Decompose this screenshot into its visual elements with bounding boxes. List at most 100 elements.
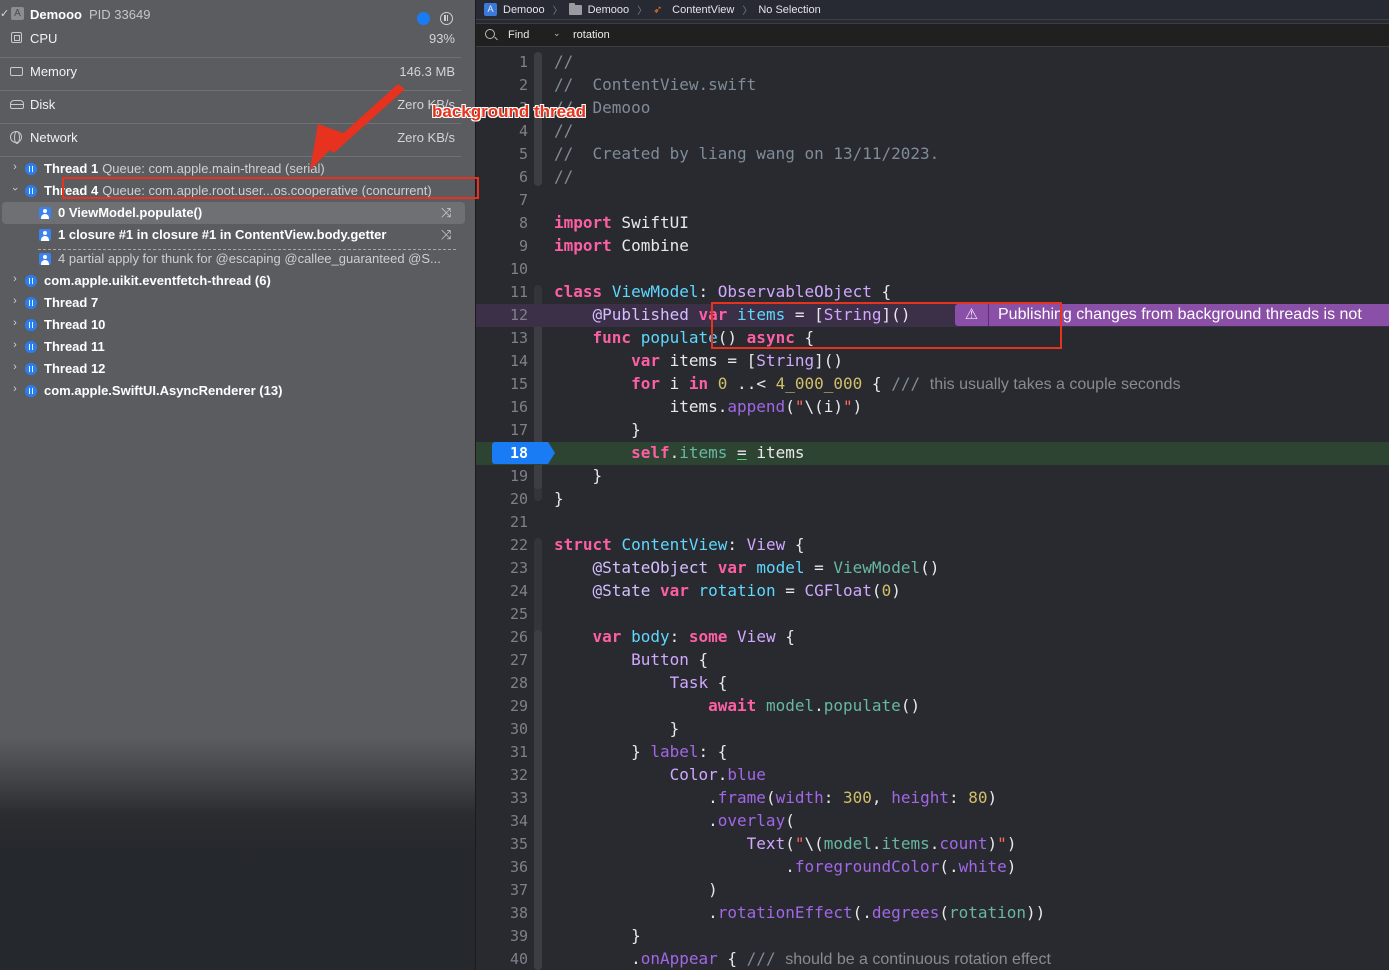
line-number: 22 xyxy=(509,536,528,554)
line-number: 12 xyxy=(509,306,528,324)
chevron-down-icon[interactable]: ⌄ xyxy=(553,28,561,39)
code-line[interactable]: 35 Text("\(model.items.count)") xyxy=(476,833,1389,856)
code-line[interactable]: 21 xyxy=(476,511,1389,534)
search-icon xyxy=(485,29,495,39)
code-line[interactable]: 15 for i in 0 ..< 4_000_000 { /// this u… xyxy=(476,373,1389,396)
thread-row[interactable]: › Thread 12 xyxy=(0,358,475,380)
breadcrumb-project[interactable]: A Demooo xyxy=(484,3,545,16)
code-line[interactable]: 10 xyxy=(476,258,1389,281)
line-number: 16 xyxy=(509,398,528,416)
code-line[interactable]: 36 .foregroundColor(.white) xyxy=(476,856,1389,879)
code-line[interactable]: 2 // ContentView.swift xyxy=(476,74,1389,97)
thread-row[interactable]: › Thread 10 xyxy=(0,314,475,336)
code-line[interactable]: 19 } xyxy=(476,465,1389,488)
code-line[interactable]: 17 } xyxy=(476,419,1389,442)
code-line[interactable]: 32 Color.blue xyxy=(476,764,1389,787)
code-line[interactable]: 27 Button { xyxy=(476,649,1389,672)
code-line[interactable]: 6 // xyxy=(476,166,1389,189)
gauge-network[interactable]: Network Zero KB/s xyxy=(0,127,475,149)
annotation-label: background thread xyxy=(432,102,586,121)
gauge-memory[interactable]: Memory 146.3 MB xyxy=(0,61,475,83)
status-indicator-icon xyxy=(417,12,430,25)
code-text: ) xyxy=(554,880,718,899)
chevron-right-icon[interactable]: › xyxy=(10,361,20,373)
code-line[interactable]: 23 @StateObject var model = ViewModel() xyxy=(476,557,1389,580)
breadcrumb-label: Demooo xyxy=(503,3,545,16)
chevron-right-icon[interactable]: › xyxy=(10,295,20,307)
gauge-disk[interactable]: Disk Zero KB/s xyxy=(0,94,475,116)
code-line[interactable]: 8 import SwiftUI xyxy=(476,212,1389,235)
code-text: .overlay( xyxy=(554,811,795,830)
divider xyxy=(0,156,461,157)
chevron-right-icon: 〉 xyxy=(552,6,563,17)
code-line[interactable]: 33 .frame(width: 300, height: 80) xyxy=(476,787,1389,810)
code-text: } xyxy=(554,489,564,508)
disk-icon xyxy=(10,100,24,109)
process-row[interactable]: ✓ A Demooo PID 33649 xyxy=(0,4,475,26)
chevron-right-icon[interactable]: › xyxy=(10,383,20,395)
code-line[interactable]: 3// Demooo xyxy=(476,97,1389,120)
chevron-right-icon[interactable]: › xyxy=(10,161,20,173)
chevron-right-icon[interactable]: › xyxy=(10,339,20,351)
chevron-right-icon[interactable]: › xyxy=(10,317,20,329)
divider xyxy=(0,123,461,124)
find-input[interactable] xyxy=(573,27,1353,43)
code-text: struct ContentView: View { xyxy=(554,535,805,554)
code-line[interactable]: 20} xyxy=(476,488,1389,511)
code-text: Color.blue xyxy=(669,765,766,784)
line-number: 21 xyxy=(509,513,528,531)
code-line[interactable]: 11 class ViewModel: ObservableObject { xyxy=(476,281,1389,304)
code-line[interactable]: 30 } xyxy=(476,718,1389,741)
code-line[interactable]: 5 // Created by liang wang on 13/11/2023. xyxy=(476,143,1389,166)
breadcrumb-group[interactable]: Demooo xyxy=(568,2,629,16)
find-mode-menu[interactable]: Find xyxy=(508,29,529,41)
code-line[interactable]: 40 .onAppear { /// should be a continuou… xyxy=(476,948,1389,970)
stack-frame[interactable]: 1 closure #1 in closure #1 in ContentVie… xyxy=(0,224,465,246)
pause-icon[interactable] xyxy=(440,12,453,25)
chevron-down-icon[interactable]: › xyxy=(9,184,21,194)
chevron-right-icon[interactable]: › xyxy=(10,273,20,285)
expanded-chevron-icon[interactable]: ✓ xyxy=(0,7,9,20)
line-number: 26 xyxy=(509,628,528,646)
code-line[interactable]: 1 // xyxy=(476,51,1389,74)
code-text: .rotationEffect(.degrees(rotation)) xyxy=(554,903,1046,922)
gauge-cpu[interactable]: CPU 93% xyxy=(0,28,475,50)
code-line[interactable]: 39 } xyxy=(476,925,1389,948)
line-number: 14 xyxy=(509,352,528,370)
thread-row[interactable]: › Thread 7 xyxy=(0,292,475,314)
source-editor[interactable]: 1 // 2 // ContentView.swift 3// Demooo 4 //… xyxy=(476,49,1389,970)
code-line[interactable]: 25 xyxy=(476,603,1389,626)
line-number: 5 xyxy=(518,145,528,163)
stack-frame[interactable]: 0 ViewModel.populate() ⤨ xyxy=(2,202,465,224)
code-line-current[interactable]: 18 self.items = items xyxy=(476,442,1389,465)
line-number: 1 xyxy=(518,53,528,71)
code-line[interactable]: 4 // xyxy=(476,120,1389,143)
code-text: Button { xyxy=(631,650,709,669)
comment-text: ContentView.swift xyxy=(592,75,757,94)
stack-frame[interactable]: 4 partial apply for thunk for @escaping … xyxy=(0,248,465,270)
thread-row[interactable]: › Thread 11 xyxy=(0,336,475,358)
code-line[interactable]: 9 import Combine xyxy=(476,235,1389,258)
line-number: 10 xyxy=(509,260,528,278)
line-number: 40 xyxy=(509,950,528,968)
code-line[interactable]: 7 xyxy=(476,189,1389,212)
code-line[interactable]: 26 var body: some View { xyxy=(476,626,1389,649)
breadcrumb-file[interactable]: ➶ ContentView xyxy=(653,4,734,16)
thread-row[interactable]: › com.apple.uikit.eventfetch-thread (6) xyxy=(0,270,475,292)
comment-text: Created by liang wang on 13/11/2023. xyxy=(592,144,940,163)
breadcrumb-symbol[interactable]: No Selection xyxy=(758,4,820,16)
code-line[interactable]: 14 var items = [String]() xyxy=(476,350,1389,373)
code-line[interactable]: 22 struct ContentView: View { xyxy=(476,534,1389,557)
code-line[interactable]: 28 Task { xyxy=(476,672,1389,695)
code-line[interactable]: 37 ) xyxy=(476,879,1389,902)
code-text: self.items = items xyxy=(631,443,805,462)
thread-row[interactable]: › com.apple.SwiftUI.AsyncRenderer (13) xyxy=(0,380,475,402)
code-line[interactable]: 38 .rotationEffect(.degrees(rotation)) xyxy=(476,902,1389,925)
code-line[interactable]: 34 .overlay( xyxy=(476,810,1389,833)
thread-icon xyxy=(25,319,37,331)
code-line[interactable]: 31 } label: { xyxy=(476,741,1389,764)
code-line[interactable]: 24 @State var rotation = CGFloat(0) xyxy=(476,580,1389,603)
line-number: 13 xyxy=(509,329,528,347)
code-line[interactable]: 16 items.append("\(i)") xyxy=(476,396,1389,419)
code-line[interactable]: 29 await model.populate() xyxy=(476,695,1389,718)
